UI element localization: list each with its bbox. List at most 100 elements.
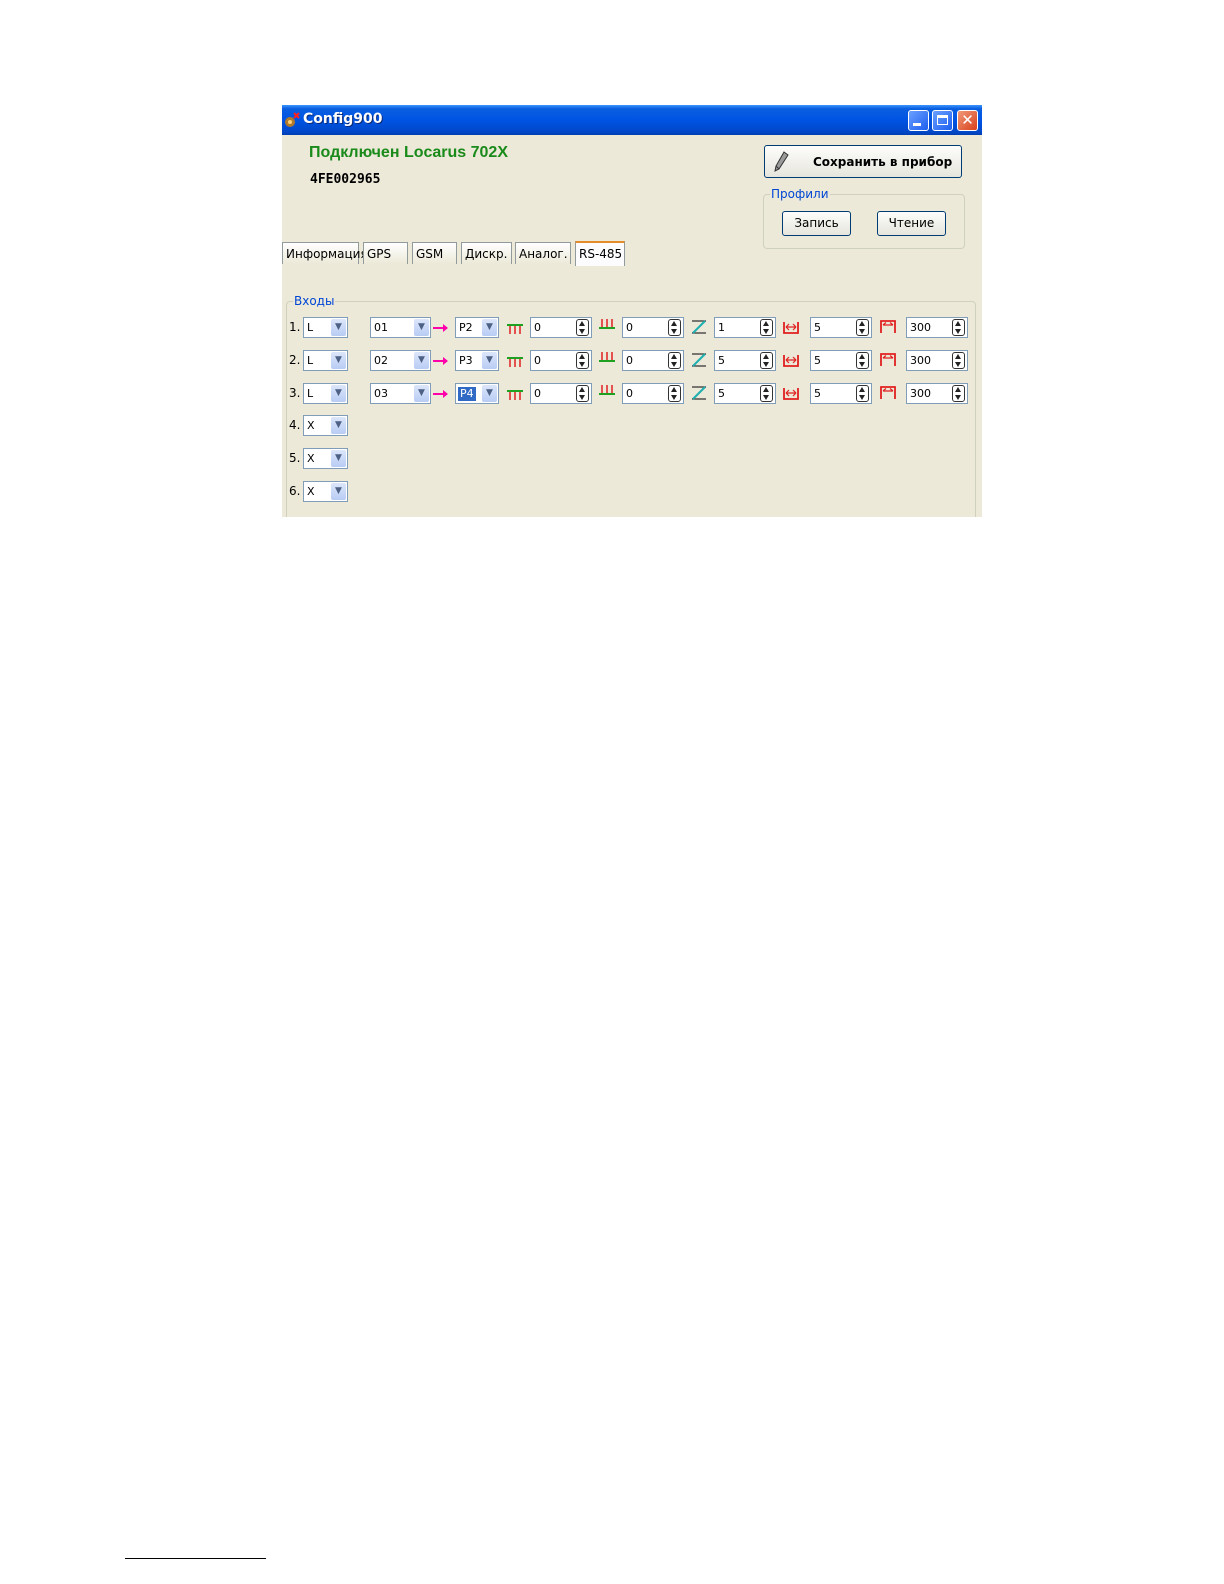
row-6-type-select[interactable]: X ▼ — [303, 481, 348, 502]
chevron-down-icon: ▼ — [331, 417, 346, 434]
config-app-icon — [285, 112, 300, 127]
row-3-filter-input[interactable]: 5 — [714, 383, 776, 404]
chevron-down-icon: ▼ — [331, 352, 346, 369]
tab-discrete[interactable]: Дискр. — [461, 242, 512, 264]
title-bar[interactable]: Config900 ✕ — [282, 105, 982, 135]
period-icon — [880, 353, 896, 366]
chevron-down-icon: ▼ — [414, 352, 429, 369]
save-button-label: Сохранить в прибор — [813, 155, 953, 169]
save-to-device-button[interactable]: Сохранить в прибор — [764, 145, 962, 178]
tab-analog[interactable]: Аналог. — [515, 242, 571, 264]
row-2-period-input[interactable]: 300 — [906, 350, 968, 371]
profile-write-button[interactable]: Запись — [782, 211, 851, 236]
tab-gsm[interactable]: GSM — [412, 242, 457, 264]
row-3-upper-threshold-input[interactable]: 0 — [622, 383, 684, 404]
row-number: 6. — [289, 484, 301, 498]
row-number: 3. — [289, 386, 301, 400]
spinner-icon[interactable] — [856, 319, 869, 336]
chevron-down-icon: ▼ — [331, 385, 346, 402]
row-number: 2. — [289, 353, 301, 367]
close-icon: ✕ — [961, 111, 974, 129]
tab-gps[interactable]: GPS — [363, 242, 408, 264]
row-2-filter-input[interactable]: 5 — [714, 350, 776, 371]
row-5-type-select[interactable]: X ▼ — [303, 448, 348, 469]
spinner-icon[interactable] — [668, 319, 681, 336]
row-number: 1. — [289, 320, 301, 334]
period-icon — [880, 320, 896, 333]
maximize-button[interactable] — [932, 110, 953, 131]
row-3-address-select[interactable]: 03 ▼ — [370, 383, 431, 404]
spinner-icon[interactable] — [760, 352, 773, 369]
period-icon — [880, 386, 896, 399]
spinner-icon[interactable] — [668, 385, 681, 402]
row-3-period-input[interactable]: 300 — [906, 383, 968, 404]
window-title: Config900 — [303, 111, 383, 127]
row-4-type-select[interactable]: X ▼ — [303, 415, 348, 436]
row-2-address-select[interactable]: 02 ▼ — [370, 350, 431, 371]
spinner-icon[interactable] — [760, 385, 773, 402]
device-serial: 4FE002965 — [310, 172, 381, 187]
arrow-right-icon — [433, 390, 448, 398]
footnote-separator — [125, 1558, 266, 1559]
width-icon — [783, 322, 799, 334]
row-1-address-select[interactable]: 01 ▼ — [370, 317, 431, 338]
row-number: 4. — [289, 418, 301, 432]
lower-threshold-icon — [507, 390, 523, 400]
row-3-type-select[interactable]: L ▼ — [303, 383, 348, 404]
lower-threshold-icon — [507, 357, 523, 367]
arrow-right-icon — [433, 357, 448, 365]
spinner-icon[interactable] — [576, 352, 589, 369]
arrow-right-icon — [433, 324, 448, 332]
row-1-period-input[interactable]: 300 — [906, 317, 968, 338]
row-2-type-select[interactable]: L ▼ — [303, 350, 348, 371]
row-1-filter-input[interactable]: 1 — [714, 317, 776, 338]
inputs-group: Входы 1. L ▼ 01 ▼ P2 ▼ 0 0 1 5 300 2. L ▼ 02… — [286, 294, 976, 517]
tab-rs485[interactable]: RS-485 — [575, 241, 625, 266]
upper-threshold-icon — [599, 352, 615, 362]
width-icon — [783, 355, 799, 367]
profiles-group: Профили Запись Чтение — [763, 187, 965, 249]
spinner-icon[interactable] — [856, 352, 869, 369]
app-window: Config900 ✕ Подключен Locarus 702X 4FE00… — [282, 105, 982, 517]
tab-info[interactable]: Информация — [282, 242, 368, 264]
inputs-legend: Входы — [293, 294, 336, 308]
row-2-width-input[interactable]: 5 — [810, 350, 872, 371]
spinner-icon[interactable] — [576, 319, 589, 336]
filter-icon — [692, 386, 706, 400]
chevron-down-icon: ▼ — [482, 352, 497, 369]
spinner-icon[interactable] — [952, 319, 965, 336]
spinner-icon[interactable] — [952, 385, 965, 402]
chevron-down-icon: ▼ — [331, 319, 346, 336]
row-number: 5. — [289, 451, 301, 465]
chevron-down-icon: ▼ — [414, 319, 429, 336]
row-1-width-input[interactable]: 5 — [810, 317, 872, 338]
upper-threshold-icon — [599, 385, 615, 395]
maximize-icon — [937, 115, 948, 125]
row-1-upper-threshold-input[interactable]: 0 — [622, 317, 684, 338]
spinner-icon[interactable] — [668, 352, 681, 369]
width-icon — [783, 388, 799, 400]
row-2-param-select[interactable]: P3 ▼ — [455, 350, 499, 371]
minimize-button[interactable] — [908, 110, 929, 131]
chevron-down-icon: ▼ — [331, 483, 346, 500]
row-2-lower-threshold-input[interactable]: 0 — [530, 350, 592, 371]
row-3-param-select[interactable]: P4 ▼ — [455, 383, 499, 404]
chevron-down-icon: ▼ — [482, 385, 497, 402]
spinner-icon[interactable] — [856, 385, 869, 402]
row-1-param-select[interactable]: P2 ▼ — [455, 317, 499, 338]
spinner-icon[interactable] — [576, 385, 589, 402]
profile-read-button[interactable]: Чтение — [877, 211, 946, 236]
row-3-lower-threshold-input[interactable]: 0 — [530, 383, 592, 404]
row-1-type-select[interactable]: L ▼ — [303, 317, 348, 338]
row-3-width-input[interactable]: 5 — [810, 383, 872, 404]
chevron-down-icon: ▼ — [414, 385, 429, 402]
upper-threshold-icon — [599, 319, 615, 329]
close-button[interactable]: ✕ — [957, 110, 978, 131]
spinner-icon[interactable] — [760, 319, 773, 336]
pen-icon — [774, 151, 789, 172]
filter-icon — [692, 353, 706, 367]
spinner-icon[interactable] — [952, 352, 965, 369]
minimize-icon — [913, 123, 921, 126]
row-2-upper-threshold-input[interactable]: 0 — [622, 350, 684, 371]
row-1-lower-threshold-input[interactable]: 0 — [530, 317, 592, 338]
